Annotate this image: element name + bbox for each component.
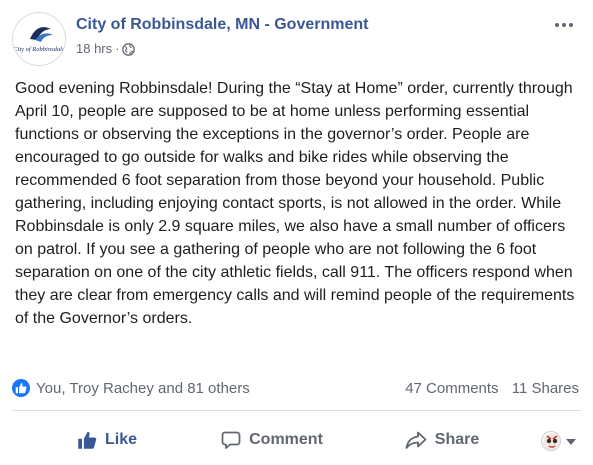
post-body-text: Good evening Robbinsdale! During the “St… xyxy=(15,80,575,327)
page-name-link[interactable]: City of Robbinsdale, MN - Government xyxy=(76,16,368,34)
avatar-logo-text: City of Robbinsdale xyxy=(13,46,65,53)
page-avatar[interactable]: City of Robbinsdale xyxy=(12,12,66,66)
post-timestamp[interactable]: 18 hrs xyxy=(76,41,112,56)
facebook-post: City of Robbinsdale City of Robbinsdale,… xyxy=(0,0,593,465)
profile-avatar-icon xyxy=(541,431,561,451)
chevron-down-icon xyxy=(566,439,576,445)
comments-count-link[interactable]: 47 Comments xyxy=(405,380,498,397)
meta-separator: · xyxy=(115,41,120,56)
comment-button-label: Comment xyxy=(249,431,323,448)
post-actions-bar: Like Comment Share xyxy=(12,418,581,462)
comment-button[interactable]: Comment xyxy=(207,418,337,462)
reactions-bar: You, Troy Rachey and 81 others 47 Commen… xyxy=(12,378,579,400)
share-button[interactable]: Share xyxy=(387,418,497,462)
reaction-profile-selector[interactable] xyxy=(541,430,581,452)
post-meta: 18 hrs · xyxy=(76,41,136,59)
action-divider xyxy=(12,410,581,411)
like-reaction-icon[interactable] xyxy=(12,379,30,397)
share-arrow-icon xyxy=(405,431,427,449)
comment-bubble-icon xyxy=(221,431,241,449)
shares-count-link[interactable]: 11 Shares xyxy=(512,380,579,397)
globe-icon[interactable] xyxy=(122,43,136,59)
like-button[interactable]: Like xyxy=(52,418,162,462)
share-button-label: Share xyxy=(434,431,480,448)
reaction-names-link[interactable]: You, Troy Rachey and 81 others xyxy=(36,380,250,397)
like-button-label: Like xyxy=(104,431,137,448)
engagement-counts: 47 Comments 11 Shares xyxy=(396,380,579,397)
thumbs-up-icon xyxy=(78,431,97,449)
more-options-icon[interactable] xyxy=(553,18,575,32)
city-logo-icon xyxy=(30,27,53,42)
post-header: City of Robbinsdale City of Robbinsdale,… xyxy=(12,10,581,66)
